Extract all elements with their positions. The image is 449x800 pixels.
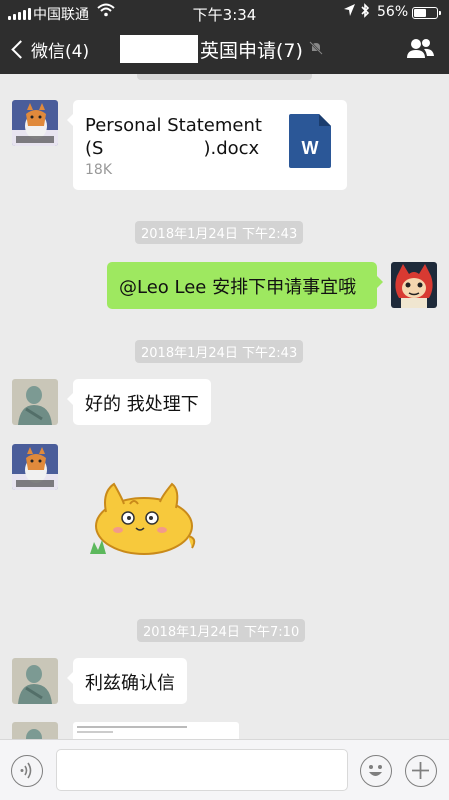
- avatar-statue[interactable]: [12, 722, 58, 739]
- avatar-statue[interactable]: [12, 658, 58, 704]
- group-members-icon[interactable]: [404, 36, 436, 66]
- title-redaction: [120, 35, 198, 63]
- input-bar: [0, 739, 449, 800]
- file-name-prefix: (S: [85, 138, 104, 159]
- location-icon: [343, 3, 356, 21]
- chat-title: 英国申请(7): [120, 35, 323, 63]
- file-name-line1: Personal Statement: [85, 115, 262, 136]
- word-letter: W: [302, 138, 319, 158]
- nav-bar: 微信(4) 英国申请(7): [0, 28, 449, 74]
- back-button[interactable]: 微信(4): [10, 37, 89, 62]
- avatar-cat[interactable]: [12, 100, 58, 146]
- previous-timestamp-stub: [137, 74, 312, 80]
- battery-icon: [412, 7, 441, 19]
- timestamp: 2018年1月24日 下午2:43: [135, 221, 304, 244]
- cat-sticker[interactable]: [88, 478, 200, 562]
- message-input[interactable]: [56, 749, 348, 791]
- avatar-self[interactable]: [391, 262, 437, 308]
- incoming-message[interactable]: 利兹确认信: [67, 658, 187, 704]
- status-bar: 中国联通 下午3:34 56%: [0, 0, 449, 26]
- timestamp: 2018年1月24日 下午2:43: [135, 340, 304, 363]
- outgoing-message[interactable]: @Leo Lee 安排下申请事宜哦: [107, 262, 383, 309]
- timestamp: 2018年1月24日 下午7:10: [137, 619, 306, 642]
- battery-percent: 56%: [377, 4, 409, 20]
- back-label: 微信(4): [31, 42, 90, 62]
- avatar-cat[interactable]: [12, 444, 58, 490]
- mute-icon: [309, 38, 323, 60]
- file-name-redaction: [103, 138, 204, 159]
- image-message-preview[interactable]: [73, 722, 239, 739]
- file-name-suffix: ).docx: [203, 138, 260, 159]
- top-bar: 中国联通 下午3:34 56% 微信(4) 英国申请(7): [0, 0, 449, 74]
- title-text: 英国申请(7): [200, 39, 303, 62]
- word-document-icon: W: [289, 114, 331, 173]
- plus-icon[interactable]: [405, 755, 437, 787]
- file-message[interactable]: Personal Statement (S ).docx 18K W: [67, 100, 347, 190]
- avatar-statue[interactable]: [12, 379, 58, 425]
- file-name-line2: (S ).docx: [85, 138, 259, 159]
- bluetooth-icon: [360, 3, 370, 22]
- chevron-left-icon: [11, 40, 30, 59]
- chat-area[interactable]: Personal Statement (S ).docx 18K W 2018年…: [0, 74, 449, 739]
- voice-icon[interactable]: [11, 755, 43, 787]
- incoming-message[interactable]: 好的 我处理下: [67, 379, 211, 425]
- file-size: 18K: [85, 162, 112, 178]
- emoji-icon[interactable]: [360, 755, 392, 787]
